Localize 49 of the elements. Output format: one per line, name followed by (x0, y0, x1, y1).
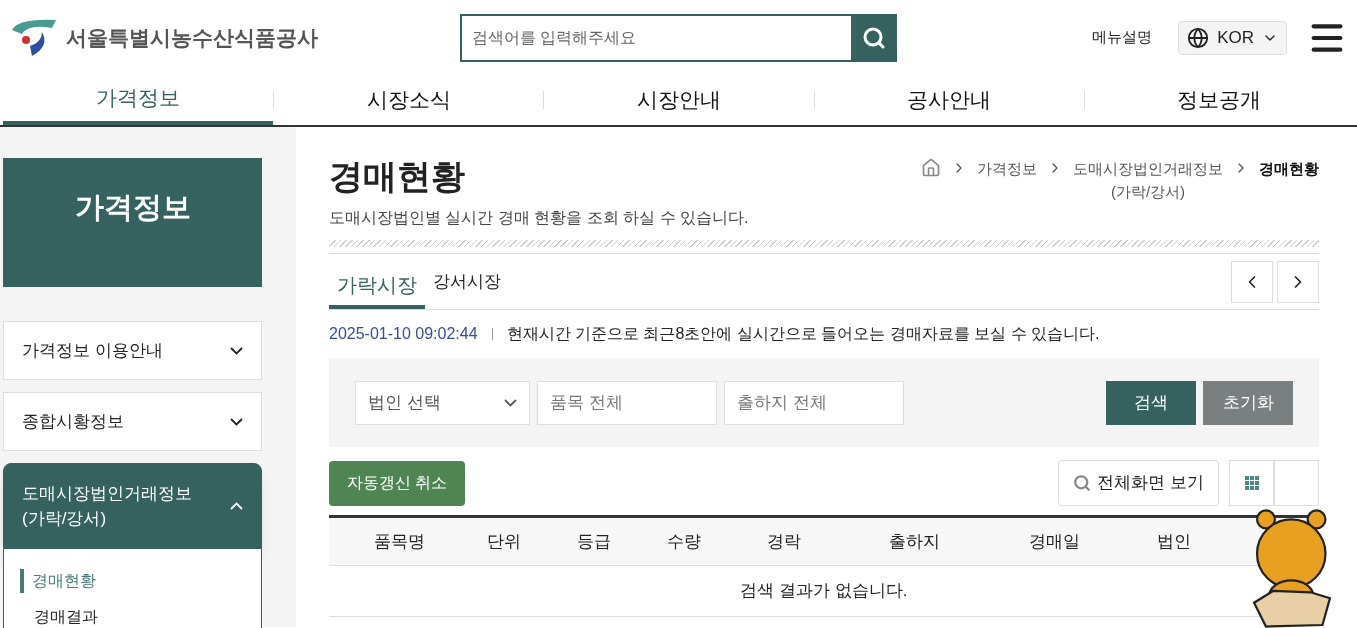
nav-tab[interactable]: 시장안내 (544, 75, 814, 125)
nav-tab[interactable]: 시장소식 (274, 75, 544, 125)
nav-tab[interactable]: 정보공개 (1084, 75, 1354, 125)
reset-button[interactable]: 초기화 (1203, 380, 1293, 425)
home-icon[interactable] (921, 158, 941, 178)
sidebar-title: 가격정보 (3, 158, 262, 287)
sidebar-item[interactable]: 가격정보 이용안내 (3, 321, 262, 380)
submenu-item[interactable]: 경매결과 (22, 605, 243, 628)
timestamp: 2025-01-10 09:02:44 (329, 324, 478, 344)
column-header: 등급 (576, 530, 612, 553)
grid-view-button[interactable] (1229, 460, 1274, 506)
corporation-select[interactable]: 법인 선택 (355, 380, 530, 425)
auto-refresh-button[interactable]: 자동갱신 취소 (329, 460, 466, 506)
language-button[interactable]: KOR (1178, 20, 1287, 55)
breadcrumb-item[interactable]: 가격정보 (977, 158, 1037, 181)
chevron-down-icon (230, 417, 243, 426)
search-field[interactable]: 검색어를 입력해주세요 (460, 13, 851, 62)
column-header: 수량 (666, 530, 702, 553)
chevron-up-icon (230, 502, 243, 510)
caret-icon (504, 398, 517, 407)
search-icon (1073, 474, 1092, 492)
origin-field[interactable]: 출하지 전체 (724, 380, 904, 425)
breadcrumb-item[interactable]: 도매시장법인거래정보 (가락/강서) (1073, 158, 1223, 203)
column-header: 경락 (766, 530, 802, 553)
submenu-item[interactable]: 경매현황 (20, 569, 243, 593)
sidebar-item[interactable]: 종합시황정보 (3, 392, 262, 451)
column-header: 품목명 (372, 530, 426, 553)
chevron-down-icon (230, 346, 243, 355)
search-icon (862, 25, 886, 50)
globe-icon (1187, 26, 1210, 49)
sidebar-item[interactable]: 도매시장법인거래정보 (가락/강서) (3, 463, 262, 549)
logo-text: 서울특별시농수산식품공사 (66, 24, 318, 51)
search-button[interactable] (851, 13, 897, 62)
page-title: 경매현황 (329, 156, 466, 197)
page-description: 도매시장법인별 실시간 경매 현황을 조회 하실 수 있습니다. (329, 208, 749, 228)
market-tab[interactable]: 가락시장 (329, 265, 425, 309)
column-header: 단위 (486, 530, 522, 553)
market-tab[interactable]: 강서시장 (425, 265, 509, 309)
nav-tab[interactable]: 공사안내 (814, 75, 1084, 125)
item-field[interactable]: 품목 전체 (537, 380, 717, 425)
menu-help-link[interactable]: 메뉴설명 (1092, 26, 1153, 49)
grid-icon (1244, 476, 1259, 490)
search-button[interactable]: 검색 (1106, 380, 1196, 425)
column-header: 출하지 (887, 530, 941, 553)
fullscreen-button[interactable]: 전체화면 보기 (1058, 460, 1219, 506)
column-header: 경매일 (1027, 530, 1081, 553)
notice-text: 현재시간 기준으로 최근8초안에 실시간으로 들어오는 경매자료를 보실 수 있습니다. (506, 324, 1100, 344)
column-header: 법인 (1156, 530, 1192, 553)
breadcrumb-item[interactable]: 경매현황 (1259, 158, 1319, 181)
